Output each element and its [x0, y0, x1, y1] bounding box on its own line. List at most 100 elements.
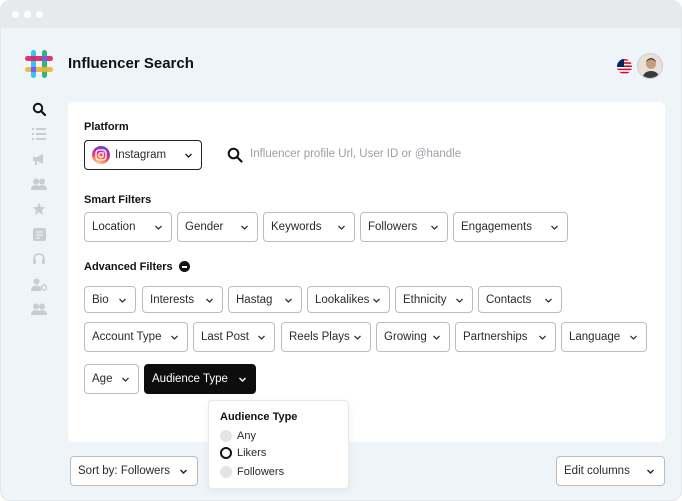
filter-label: Ethnicity — [403, 293, 447, 306]
chevron-down-icon — [241, 225, 248, 230]
filter-lookalikes[interactable]: Lookalikes — [307, 286, 390, 313]
chevron-down-icon — [354, 335, 361, 340]
filter-label: Audience Type — [152, 373, 228, 385]
chevron-down-icon — [258, 335, 265, 340]
instagram-icon — [92, 146, 110, 164]
edit-columns-dropdown[interactable]: Edit columns — [556, 456, 665, 486]
filter-label: Reels Plays — [289, 331, 350, 343]
chevron-down-icon — [545, 298, 552, 303]
chevron-down-icon — [551, 225, 558, 230]
filter-audience-type[interactable]: Audience Type — [144, 364, 256, 394]
filter-contacts[interactable]: Contacts — [478, 286, 562, 313]
filter-label: Contacts — [486, 293, 532, 306]
filter-label: Lookalikes — [315, 293, 370, 306]
filter-age[interactable]: Age — [84, 364, 139, 394]
chevron-down-icon — [206, 298, 213, 303]
filter-gender[interactable]: Gender — [177, 212, 258, 242]
filter-label: Engagements — [461, 221, 532, 233]
us-flag-icon[interactable] — [617, 59, 632, 74]
chevron-down-icon — [456, 298, 463, 303]
app-window: Influencer Search Platform Instagram Inf… — [0, 0, 682, 501]
platform-label: Platform — [84, 121, 129, 133]
filter-interests[interactable]: Interests — [142, 286, 223, 313]
search-icon[interactable] — [227, 147, 243, 163]
app-logo-icon[interactable] — [23, 48, 55, 80]
tag-icon[interactable] — [29, 224, 49, 244]
window-dot — [12, 11, 19, 18]
filter-label: Hastag — [236, 293, 273, 306]
filter-ethnicity[interactable]: Ethnicity — [395, 286, 473, 313]
chevron-down-icon — [433, 335, 440, 340]
filter-engagements[interactable]: Engagements — [453, 212, 568, 242]
filter-followers[interactable]: Followers — [360, 212, 448, 242]
chevron-down-icon — [373, 298, 380, 303]
filter-growing[interactable]: Growing — [376, 322, 450, 352]
filter-label: Language — [569, 331, 621, 343]
chevron-down-icon — [539, 335, 546, 340]
radio-button[interactable] — [220, 466, 232, 478]
filter-hastag[interactable]: Hastag — [228, 286, 302, 313]
filter-label: Bio — [92, 293, 109, 306]
radio-option-followers[interactable]: Followers — [220, 466, 284, 478]
filter-account-type[interactable]: Account Type — [84, 322, 188, 352]
filter-label: Keywords — [271, 221, 322, 233]
window-dot — [36, 11, 43, 18]
search-input[interactable]: Influencer profile Url, User ID or @hand… — [250, 148, 461, 160]
platform-selected-value: Instagram — [115, 149, 167, 161]
chevron-down-icon — [119, 298, 126, 303]
filter-label: Last Post — [201, 331, 249, 343]
user-avatar-icon — [638, 54, 662, 78]
megaphone-icon[interactable] — [29, 149, 49, 169]
window-titlebar — [1, 1, 681, 28]
popover-title: Audience Type — [220, 411, 298, 423]
radio-button[interactable] — [220, 430, 232, 442]
radio-label: Any — [237, 430, 256, 442]
page-title: Influencer Search — [68, 55, 194, 72]
filter-bio[interactable]: Bio — [84, 286, 136, 313]
avatar[interactable] — [637, 53, 663, 79]
filter-label: Partnerships — [463, 331, 528, 343]
chevron-down-icon — [185, 153, 192, 158]
audience-type-popover: Audience Type Any Likers Followers — [208, 400, 349, 489]
chevron-down-icon — [180, 469, 187, 474]
list-icon[interactable] — [29, 124, 49, 144]
chevron-down-icon — [338, 225, 345, 230]
sort-label: Sort by: Followers — [78, 465, 171, 477]
headset-icon[interactable] — [29, 249, 49, 269]
filter-location[interactable]: Location — [84, 212, 172, 242]
filter-language[interactable]: Language — [561, 322, 647, 352]
chevron-down-icon — [285, 298, 292, 303]
radio-button-selected[interactable] — [220, 447, 232, 459]
filter-reels-plays[interactable]: Reels Plays — [281, 322, 371, 352]
radio-label: Likers — [237, 447, 267, 459]
chevron-down-icon — [630, 335, 637, 340]
team-icon[interactable] — [29, 299, 49, 319]
chevron-down-icon — [239, 377, 246, 382]
filter-label: Account Type — [92, 331, 162, 343]
sort-dropdown[interactable]: Sort by: Followers — [70, 456, 198, 486]
user-settings-icon[interactable] — [29, 274, 49, 294]
filter-label: Location — [92, 221, 136, 233]
window-dot — [24, 11, 31, 18]
filter-partnerships[interactable]: Partnerships — [455, 322, 556, 352]
platform-dropdown[interactable]: Instagram — [84, 140, 202, 170]
filter-label: Age — [92, 373, 113, 385]
chevron-down-icon — [155, 225, 162, 230]
filter-label: Gender — [185, 221, 224, 233]
filter-label: Followers — [368, 221, 418, 233]
smart-filters-label: Smart Filters — [84, 194, 152, 206]
edit-columns-label: Edit columns — [564, 465, 630, 477]
chevron-down-icon — [647, 469, 654, 474]
filter-last-post[interactable]: Last Post — [193, 322, 275, 352]
star-icon[interactable] — [29, 199, 49, 219]
radio-label: Followers — [237, 466, 285, 478]
radio-option-likers[interactable]: Likers — [220, 447, 266, 459]
search-icon[interactable] — [29, 99, 49, 119]
filter-keywords[interactable]: Keywords — [263, 212, 355, 242]
chevron-down-icon — [171, 335, 178, 340]
advanced-filters-label: Advanced Filters — [84, 261, 173, 273]
radio-option-any[interactable]: Any — [220, 430, 256, 442]
users-icon[interactable] — [29, 174, 49, 194]
chevron-down-icon — [122, 377, 129, 382]
collapse-minus-icon[interactable] — [179, 261, 190, 272]
